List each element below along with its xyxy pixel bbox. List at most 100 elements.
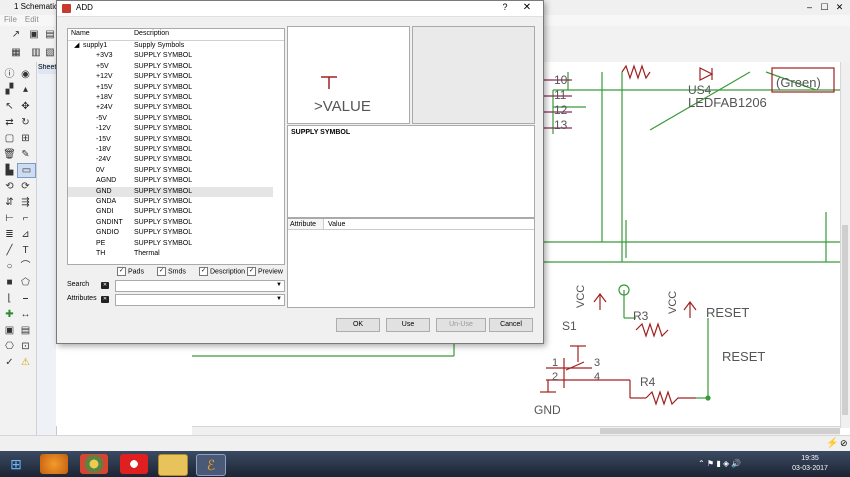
- dimension-icon[interactable]: ↔: [19, 308, 32, 321]
- tree-row[interactable]: PE SUPPLY SYMBOL: [68, 239, 273, 249]
- ok-button[interactable]: OK: [336, 318, 380, 332]
- tree-row[interactable]: GNDI SUPPLY SYMBOL: [68, 207, 273, 217]
- pads-checkbox[interactable]: ✓ Pads: [117, 267, 144, 277]
- tree-row[interactable]: TH Thermal: [68, 249, 273, 259]
- column-description[interactable]: Description: [134, 30, 169, 37]
- display-icon[interactable]: ▞: [3, 83, 16, 96]
- tree-row[interactable]: AGND SUPPLY SYMBOL: [68, 176, 273, 186]
- copy-icon[interactable]: ⇄: [3, 116, 16, 129]
- info-icon[interactable]: ⓘ: [3, 68, 16, 81]
- move-icon[interactable]: ✥: [19, 100, 32, 113]
- attributes-table[interactable]: Attribute Value: [287, 218, 535, 308]
- attribute-icon[interactable]: ✚: [3, 308, 16, 321]
- erc-icon[interactable]: ✓: [3, 356, 16, 369]
- pinswap-icon[interactable]: ⟲: [3, 180, 16, 193]
- tree-row[interactable]: 0V SUPPLY SYMBOL: [68, 166, 273, 176]
- tree-row[interactable]: GNDIO SUPPLY SYMBOL: [68, 228, 273, 238]
- tree-row[interactable]: +24V SUPPLY SYMBOL: [68, 103, 273, 113]
- clear-attributes-icon[interactable]: ✕: [101, 296, 109, 303]
- column-name[interactable]: Name: [71, 30, 90, 37]
- tree-row[interactable]: GNDA SUPPLY SYMBOL: [68, 197, 273, 207]
- tree-row[interactable]: GNDINT SUPPLY SYMBOL: [68, 218, 273, 228]
- wrench-icon[interactable]: ✎: [19, 148, 32, 161]
- tree-row[interactable]: -24V SUPPLY SYMBOL: [68, 155, 273, 165]
- gateswap-icon[interactable]: ⟳: [19, 180, 32, 193]
- hole-icon[interactable]: ▤: [19, 324, 32, 337]
- file-explorer-icon[interactable]: [158, 454, 188, 476]
- use-button[interactable]: Use: [386, 318, 430, 332]
- expand-icon[interactable]: ◢: [74, 41, 79, 51]
- clear-search-icon[interactable]: ✕: [101, 282, 109, 289]
- grid-icon[interactable]: ▦: [10, 47, 22, 59]
- tree-row[interactable]: -18V SUPPLY SYMBOL: [68, 145, 273, 155]
- system-tray[interactable]: ⌃ ⚑ ▮ ◈ 🔊: [698, 459, 788, 469]
- warning-icon[interactable]: ⚠: [19, 356, 32, 369]
- tree-row[interactable]: +12V SUPPLY SYMBOL: [68, 72, 273, 82]
- tree-scrollbar[interactable]: [284, 29, 285, 264]
- unuse-button[interactable]: Un-Use: [436, 318, 486, 332]
- horizontal-scroll-thumb[interactable]: [600, 428, 840, 434]
- text-icon[interactable]: T: [19, 244, 32, 257]
- taskbar-clock[interactable]: 19:35 03-03-2017: [790, 454, 830, 474]
- circle-icon[interactable]: ○: [3, 260, 16, 273]
- maximize-button[interactable]: ☐: [817, 0, 832, 15]
- frame-icon[interactable]: ▣: [3, 324, 16, 337]
- menu-file[interactable]: File: [4, 15, 17, 24]
- firefox-icon[interactable]: [40, 454, 68, 474]
- tree-row[interactable]: +3V3 SUPPLY SYMBOL: [68, 51, 273, 61]
- minimize-button[interactable]: –: [802, 0, 817, 15]
- ulp-icon[interactable]: ⎔: [3, 340, 16, 353]
- help-button[interactable]: ?: [499, 2, 511, 14]
- line-icon[interactable]: ╱: [3, 244, 16, 257]
- cancel-button[interactable]: Cancel: [489, 318, 533, 332]
- preview-checkbox[interactable]: ✓ Preview: [247, 267, 283, 277]
- value-column[interactable]: Value: [324, 219, 534, 230]
- tree-row[interactable]: ◢ supply1 Supply Symbols: [68, 41, 273, 51]
- menu-edit[interactable]: Edit: [25, 15, 39, 24]
- close-window-button[interactable]: ✕: [832, 0, 847, 15]
- opera-icon[interactable]: [120, 454, 148, 474]
- tree-row[interactable]: -5V SUPPLY SYMBOL: [68, 114, 273, 124]
- attribute-column[interactable]: Attribute: [288, 219, 324, 230]
- eagle-icon[interactable]: ℰ: [196, 454, 226, 476]
- show-icon[interactable]: ◉: [19, 68, 32, 81]
- tree-row[interactable]: +15V SUPPLY SYMBOL: [68, 83, 273, 93]
- mark-icon[interactable]: ▴: [19, 83, 32, 96]
- tree-row[interactable]: +5V SUPPLY SYMBOL: [68, 62, 273, 72]
- chrome-icon[interactable]: [80, 454, 108, 474]
- rotate-icon[interactable]: ↻: [19, 116, 32, 129]
- wire-icon[interactable]: ⌊: [3, 292, 16, 305]
- split-icon[interactable]: ⇵: [3, 196, 16, 209]
- net-icon[interactable]: ⊢: [3, 212, 16, 225]
- stop-icon[interactable]: ⊘: [840, 438, 848, 449]
- arc-icon[interactable]: ⌒: [19, 260, 32, 273]
- sheets-tab[interactable]: Sheet: [38, 64, 56, 74]
- tree-row[interactable]: +18V SUPPLY SYMBOL: [68, 93, 273, 103]
- mirror-icon[interactable]: ▢: [3, 132, 16, 145]
- group-icon[interactable]: ⊞: [19, 132, 32, 145]
- polygon-icon[interactable]: ⬠: [19, 276, 32, 289]
- junction-icon[interactable]: ⊿: [19, 228, 32, 241]
- tree-row[interactable]: GND SUPPLY SYMBOL: [68, 186, 273, 197]
- delete-icon[interactable]: 🗑: [3, 148, 16, 161]
- bus-icon[interactable]: ⌐: [19, 212, 32, 225]
- description-checkbox[interactable]: ✓ Description: [199, 267, 245, 277]
- start-button[interactable]: ⊞: [4, 454, 28, 474]
- replace-icon[interactable]: ▙: [3, 164, 16, 177]
- tree-row[interactable]: -15V SUPPLY SYMBOL: [68, 135, 273, 145]
- lightning-icon[interactable]: ⚡: [826, 438, 838, 449]
- print-icon[interactable]: ▤: [44, 29, 56, 41]
- smds-checkbox[interactable]: ✓ Smds: [157, 267, 186, 277]
- add-part-icon[interactable]: ▭: [17, 163, 36, 178]
- vertical-scroll-thumb[interactable]: [842, 225, 848, 415]
- net-label-icon[interactable]: ⎯: [19, 292, 32, 305]
- rect-icon[interactable]: ■: [3, 276, 16, 289]
- script-icon[interactable]: ⊡: [19, 340, 32, 353]
- layer-icon[interactable]: ▥: [30, 47, 42, 59]
- search-combobox[interactable]: ▼: [115, 280, 285, 292]
- invoke-icon[interactable]: ⇶: [19, 196, 32, 209]
- tree-row[interactable]: -12V SUPPLY SYMBOL: [68, 124, 273, 134]
- dialog-close-button[interactable]: ✕: [517, 2, 537, 14]
- library-tree[interactable]: Name Description ◢ supply1 Supply Symbols +…: [67, 28, 285, 265]
- save-icon[interactable]: ▣: [28, 29, 40, 41]
